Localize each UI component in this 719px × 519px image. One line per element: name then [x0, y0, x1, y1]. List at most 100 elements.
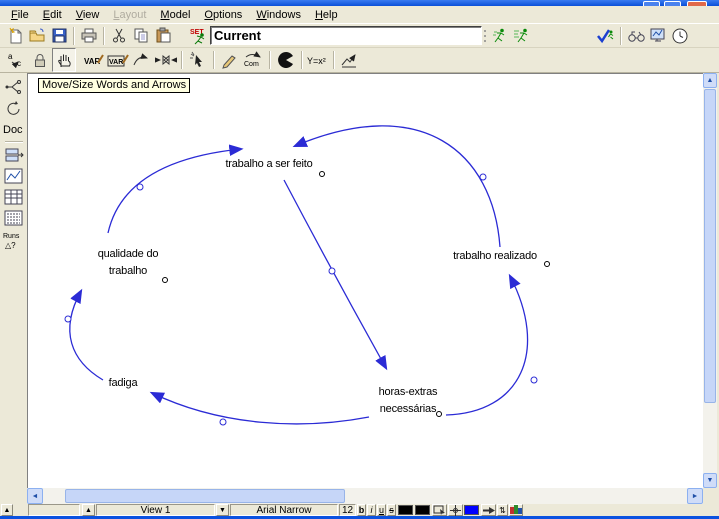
hide-levels-button[interactable]: ⇅ — [497, 504, 508, 516]
table-icon[interactable] — [2, 187, 26, 208]
lock-tool-icon[interactable] — [28, 48, 52, 72]
copy-icon[interactable] — [130, 25, 152, 47]
cut-icon[interactable] — [108, 25, 130, 47]
view-up-button[interactable]: ▲ — [82, 504, 95, 516]
menu-view[interactable]: View — [69, 8, 107, 22]
simulate-fast-icon[interactable] — [511, 25, 533, 47]
font-size-cell[interactable]: 12 — [339, 504, 356, 516]
arrow-width-button[interactable] — [481, 504, 496, 516]
node-trabalho-realizado[interactable]: trabalho realizado — [440, 248, 550, 265]
scroll-left-button[interactable]: ◄ — [27, 488, 43, 504]
arrow-handle[interactable] — [137, 184, 143, 190]
background-color-swatch[interactable] — [415, 505, 430, 515]
arrow-fadiga-to-qualidade[interactable] — [70, 291, 103, 380]
print-icon[interactable] — [78, 25, 100, 47]
move-size-tool-icon[interactable] — [52, 48, 76, 72]
arrow-handle[interactable] — [531, 377, 537, 383]
arrow-tool-icon[interactable] — [130, 48, 154, 72]
reality-check-icon[interactable] — [625, 25, 647, 47]
down-arrow-icon: ▼ — [219, 507, 226, 514]
variable-tool-icon[interactable]: VAR — [82, 48, 106, 72]
box-variable-tool-icon[interactable]: VAR — [106, 48, 130, 72]
toolbar-separator — [333, 51, 335, 69]
menu-edit[interactable]: Edit — [36, 8, 69, 22]
scroll-up-button[interactable]: ▲ — [703, 73, 717, 88]
rate-tool-icon[interactable] — [154, 48, 178, 72]
view-name-cell[interactable]: View 1 — [96, 504, 215, 516]
horizontal-scroll-thumb[interactable] — [65, 489, 345, 503]
menu-file[interactable]: File — [4, 8, 36, 22]
menu-windows[interactable]: Windows — [249, 8, 308, 22]
scrollbar-corner — [703, 488, 719, 504]
scroll-right-button[interactable]: ► — [687, 488, 703, 504]
text-color-swatch[interactable] — [398, 505, 413, 515]
comment-tool-icon[interactable]: Com — [242, 48, 266, 72]
paste-icon[interactable] — [152, 25, 174, 47]
sketch-comment-tool-icon[interactable] — [218, 48, 242, 72]
simulate-icon[interactable] — [489, 25, 511, 47]
node-qualidade-do-trabalho[interactable]: qualidade do trabalho — [90, 246, 166, 280]
sketch-canvas[interactable]: trabalho a ser feito qualidade do trabal… — [27, 73, 703, 488]
strikethrough-button[interactable]: s — [387, 504, 396, 516]
horizontal-scrollbar[interactable]: ◄ ► — [27, 488, 703, 504]
equations-tool-icon[interactable]: Y=x² — [306, 48, 330, 72]
up-arrow-icon: ▲ — [4, 507, 11, 514]
pane-splitter-button[interactable]: ▲ — [1, 504, 13, 516]
vensim-window: File Edit View Layout Model Options Wind… — [0, 0, 719, 519]
runs-compare-icon[interactable]: Runs△? — [2, 229, 26, 250]
svg-text:c: c — [17, 59, 21, 68]
output-windows-icon[interactable] — [647, 25, 669, 47]
arrow-color-swatch[interactable] — [464, 505, 479, 515]
delete-tool-icon[interactable] — [274, 48, 298, 72]
causes-tree-icon[interactable] — [2, 76, 26, 97]
input-output-tool-icon[interactable] — [186, 48, 210, 72]
arrow-horas-extras-to-trabalho-realizado[interactable] — [446, 276, 528, 415]
new-model-icon[interactable] — [4, 25, 26, 47]
scroll-down-button[interactable]: ▼ — [703, 473, 717, 488]
node-fadiga[interactable]: fadiga — [93, 375, 153, 392]
vertical-scrollbar[interactable]: ▲ ▼ — [703, 73, 717, 488]
right-arrow-icon: ► — [692, 493, 699, 500]
arrow-handle[interactable] — [65, 316, 71, 322]
set-simulation-icon[interactable]: SET — [188, 25, 210, 47]
view-down-button[interactable]: ▼ — [216, 504, 229, 516]
document-icon[interactable]: Doc — [2, 118, 26, 139]
vertical-scroll-thumb[interactable] — [704, 89, 716, 403]
arrow-handle[interactable] — [480, 174, 486, 180]
graph-icon[interactable] — [2, 166, 26, 187]
graph-options-button[interactable] — [509, 504, 523, 516]
arrow-trabalho-a-ser-feito-to-horas-extras[interactable] — [284, 180, 386, 368]
arrow-handle[interactable] — [220, 419, 226, 425]
loops-icon[interactable] — [2, 97, 26, 118]
svg-text:Doc: Doc — [3, 124, 23, 136]
node-horas-extras-necessarias[interactable]: horas-extras necessárias — [366, 384, 450, 418]
arrow-trabalho-realizado-to-trabalho-a-ser-feito[interactable] — [295, 126, 500, 247]
italic-button[interactable]: i — [367, 504, 376, 516]
bold-button[interactable]: b — [357, 504, 366, 516]
underline-button[interactable]: u — [377, 504, 386, 516]
word-position-tool-icon[interactable]: a c — [4, 48, 28, 72]
toolbar-separator — [301, 51, 303, 69]
arrow-horas-extras-to-fadiga[interactable] — [152, 393, 369, 424]
save-icon[interactable] — [48, 25, 70, 47]
position-button[interactable] — [448, 504, 463, 516]
analysis-toolbar: Doc Runs△? — [0, 73, 27, 504]
causal-loop-diagram — [28, 74, 703, 488]
menu-help[interactable]: Help — [308, 8, 345, 22]
reference-mode-tool-icon[interactable] — [338, 48, 362, 72]
causes-strip-icon[interactable] — [2, 145, 26, 166]
toolbar-separator — [269, 51, 271, 69]
font-name-cell[interactable]: Arial Narrow — [230, 504, 338, 516]
check-model-icon[interactable] — [595, 25, 617, 47]
table-time-down-icon[interactable] — [2, 208, 26, 229]
menu-options[interactable]: Options — [197, 8, 249, 22]
node-trabalho-a-ser-feito[interactable]: trabalho a ser feito — [209, 156, 329, 173]
clock-icon[interactable] — [669, 25, 691, 47]
open-model-icon[interactable] — [26, 25, 48, 47]
arrow-handle[interactable] — [329, 268, 335, 274]
current-run-field[interactable]: Current — [210, 26, 482, 45]
menu-model[interactable]: Model — [153, 8, 197, 22]
shape-button[interactable] — [432, 504, 447, 516]
menu-bar: File Edit View Layout Model Options Wind… — [0, 6, 719, 23]
up-arrow-icon: ▲ — [85, 507, 92, 514]
